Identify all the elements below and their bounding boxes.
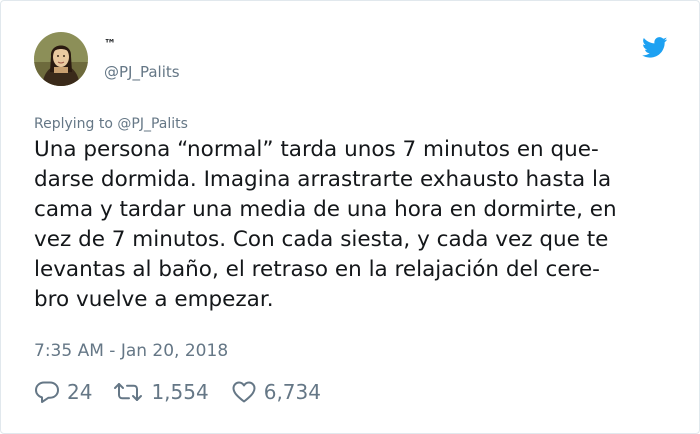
tweet-card: ™ @PJ_Palits Replying to @PJ_Palits Una … [0,0,700,434]
tweet-text-line: bro vuelve a empezar. [34,287,274,312]
reply-icon [35,381,59,403]
retweet-icon [114,383,143,401]
tweet-timestamp[interactable]: 7:35 AM - Jan 20, 2018 [34,341,228,361]
tweet-text-line: darse dormida. Imagina arrastrarte exhau… [34,167,612,192]
replying-prefix: Replying to [34,116,113,132]
reply-mention-link[interactable]: @PJ_Palits [117,116,188,132]
like-button[interactable]: 6,734 [231,380,321,404]
tweet-text-line: levantas al baño, el retraso en la relaj… [34,257,600,282]
retweet-button[interactable]: 1,554 [112,380,209,404]
tweet-text-line: cama y tardar una media de una hora en d… [34,197,617,222]
tweet-actions: 24 1,554 6,734 [34,377,321,407]
tweet-text-line: Una persona “normal” tarda unos 7 minuto… [34,137,599,162]
reply-button[interactable]: 24 [34,380,92,404]
reply-count: 24 [67,380,93,404]
replying-to: Replying to @PJ_Palits [34,116,188,132]
like-count: 6,734 [263,380,321,404]
avatar-illustration-icon [34,32,88,86]
avatar[interactable] [34,32,88,86]
tweet-text-line: vez de 7 minutos. Con cada siesta, y cad… [34,227,609,252]
user-handle[interactable]: @PJ_Palits [104,63,180,81]
tweet-text: Una persona “normal” tarda unos 7 minuto… [34,135,684,315]
heart-icon [232,381,256,403]
display-name[interactable]: ™ [104,37,116,51]
retweet-count: 1,554 [151,380,209,404]
twitter-bird-icon[interactable] [642,37,668,58]
